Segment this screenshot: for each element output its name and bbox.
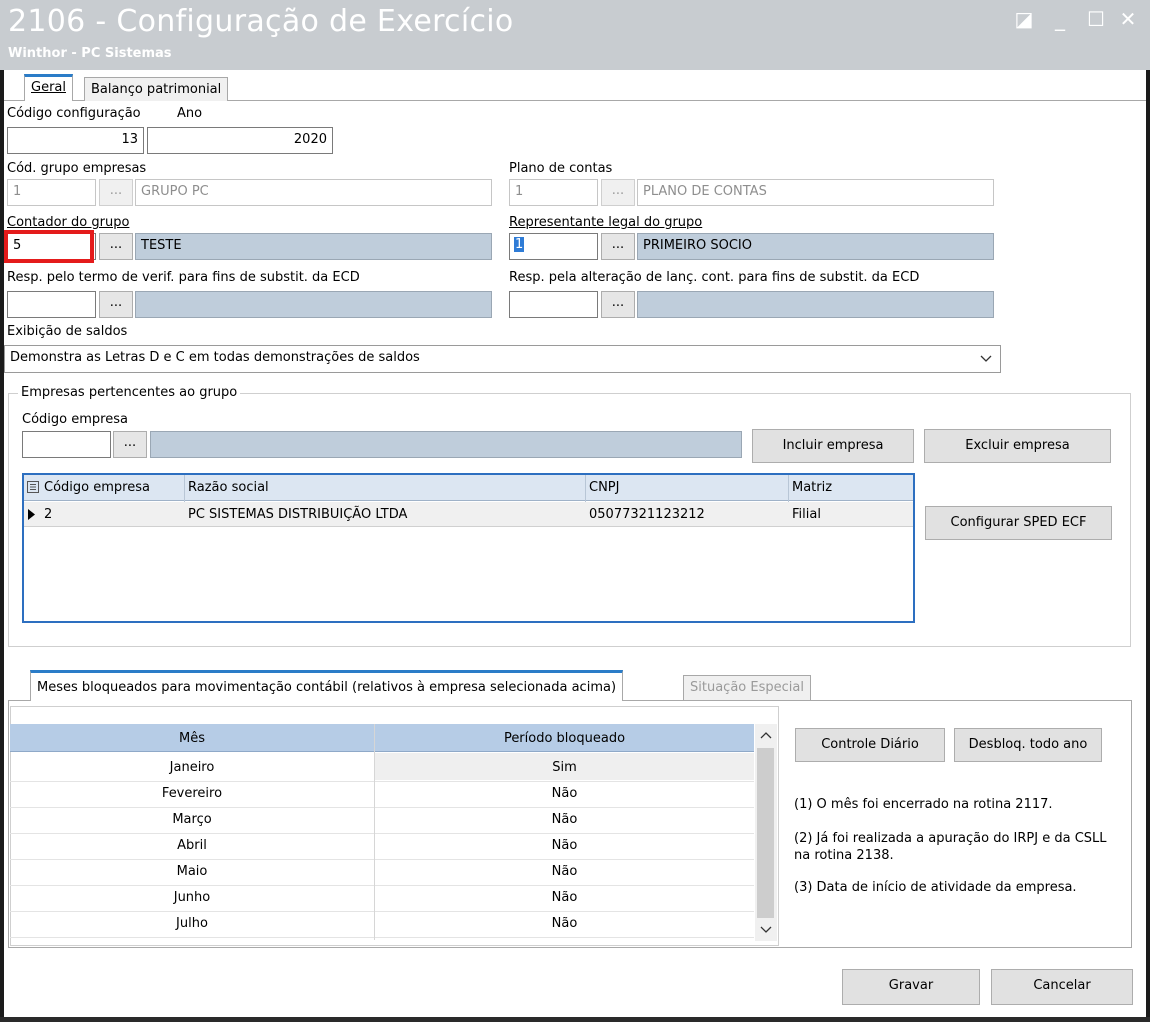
tab-situacao-label: Situação Especial — [690, 680, 804, 695]
mes-cell[interactable]: Maio — [10, 860, 374, 886]
chevron-down-icon[interactable] — [980, 354, 992, 364]
window-subtitle: Winthor - PC Sistemas — [8, 46, 172, 61]
grid-menu-icon[interactable] — [27, 481, 39, 493]
note-3: (3) Data de início de atividade da empre… — [794, 880, 1077, 895]
empresas-grid-header — [24, 475, 913, 501]
resp-alteracao-lookup-button[interactable]: ... — [601, 291, 635, 318]
row-razao: PC SISTEMAS DISTRIBUIÇÃO LTDA — [188, 507, 408, 522]
grupo-empresas-label: Cód. grupo empresas — [7, 161, 147, 176]
exibicao-saldos-value: Demonstra as Letras D e C em todas demon… — [10, 350, 420, 365]
resp-termo-name-field — [135, 291, 492, 318]
ano-label: Ano — [177, 106, 203, 121]
mes-cell[interactable]: Junho — [10, 886, 374, 912]
minimize-window-icon[interactable]: _ — [1046, 6, 1074, 34]
mes-cell[interactable]: Abril — [10, 834, 374, 860]
tab-geral-label: Geral — [31, 80, 66, 95]
contador-grupo-lookup-button[interactable]: ... — [99, 233, 133, 260]
codigo-empresa-lookup-button[interactable]: ... — [113, 431, 147, 458]
excluir-empresa-button[interactable]: Excluir empresa — [924, 429, 1111, 463]
highlight-box — [4, 230, 94, 263]
exibicao-saldos-label: Exibição de saldos — [7, 324, 128, 339]
mes-cell[interactable]: Março — [10, 808, 374, 834]
periodo-cell[interactable]: Não — [375, 834, 754, 860]
periodo-cell[interactable]: Não — [375, 886, 754, 912]
col-mes[interactable]: Mês — [10, 731, 374, 746]
col-cnpj[interactable]: CNPJ — [589, 480, 619, 495]
periodo-cell[interactable]: Não — [375, 808, 754, 834]
representante-legal-code-field[interactable]: 1 — [509, 233, 598, 260]
grupo-empresas-code-field[interactable]: 1 — [7, 179, 96, 206]
codigo-configuracao-field[interactable]: 13 — [7, 127, 144, 154]
periodo-cell[interactable]: Não — [375, 782, 754, 808]
note-2: (2) Já foi realizada a apuração do IRPJ … — [794, 831, 1107, 863]
plano-contas-code-field[interactable]: 1 — [509, 179, 598, 206]
resp-termo-label: Resp. pelo termo de verif. para fins de … — [7, 270, 360, 285]
resp-termo-code-field[interactable] — [7, 291, 96, 318]
tab-balanco-patrimonial[interactable]: Balanço patrimonial — [84, 77, 229, 101]
desbloq-todo-ano-button[interactable]: Desbloq. todo ano — [954, 728, 1102, 762]
plano-contas-name-field: PLANO DE CONTAS — [637, 179, 994, 206]
grupo-empresas-lookup-button[interactable]: ... — [99, 179, 133, 206]
window-title: 2106 - Configuração de Exercício — [8, 4, 514, 39]
note-1: (1) O mês foi encerrado na rotina 2117. — [794, 797, 1053, 812]
col-matriz[interactable]: Matriz — [792, 480, 832, 495]
periodo-cell[interactable]: Não — [375, 912, 754, 938]
mes-cell[interactable]: Fevereiro — [10, 782, 374, 808]
resp-termo-lookup-button[interactable]: ... — [99, 291, 133, 318]
window-frame-left — [0, 70, 4, 1020]
codigo-empresa-name-field — [150, 431, 742, 458]
empresas-group-title: Empresas pertencentes ao grupo — [18, 385, 241, 400]
col-periodo-bloqueado[interactable]: Período bloqueado — [375, 731, 754, 746]
row-cnpj: 05077321123212 — [589, 507, 705, 522]
row-matriz: Filial — [792, 507, 821, 522]
table-row[interactable] — [24, 502, 913, 527]
chevron-up-icon[interactable] — [760, 730, 772, 740]
resp-alteracao-name-field — [637, 291, 994, 318]
restore-window-icon[interactable]: ◪ — [1010, 6, 1038, 34]
row-pointer-icon — [28, 509, 35, 520]
row-codigo: 2 — [44, 507, 53, 522]
contador-grupo-name-field: TESTE — [135, 233, 492, 260]
contador-grupo-label-text: Contador do grupo — [7, 215, 130, 230]
gravar-button[interactable]: Gravar — [842, 969, 980, 1005]
incluir-empresa-button[interactable]: Incluir empresa — [752, 429, 914, 463]
periodo-cell[interactable]: Sim — [375, 756, 754, 782]
mes-cell[interactable]: Julho — [10, 912, 374, 938]
resp-alteracao-label: Resp. pela alteração de lanç. cont. para… — [509, 270, 920, 285]
representante-legal-label: Representante legal do grupo — [509, 215, 702, 230]
window-frame-bottom — [0, 1017, 1150, 1022]
chevron-down-icon[interactable] — [760, 925, 772, 935]
tab-balanco-label: Balanço patrimonial — [91, 82, 222, 97]
representante-legal-label-text: Representante legal do grupo — [509, 215, 703, 230]
codigo-configuracao-label: Código configuração — [7, 106, 141, 121]
tab-situacao-especial[interactable]: Situação Especial — [683, 675, 811, 700]
periodo-cell[interactable]: Não — [375, 860, 754, 886]
exibicao-saldos-select[interactable]: Demonstra as Letras D e C em todas demon… — [4, 345, 1001, 373]
plano-contas-label: Plano de contas — [509, 161, 613, 176]
maximize-window-icon[interactable]: ☐ — [1082, 6, 1110, 34]
col-razao-social[interactable]: Razão social — [188, 480, 269, 495]
tab-meses-label: Meses bloqueados para movimentação contá… — [37, 680, 617, 695]
representante-legal-name-field: PRIMEIRO SOCIO — [637, 233, 994, 260]
representante-legal-lookup-button[interactable]: ... — [601, 233, 635, 260]
contador-grupo-label: Contador do grupo — [7, 215, 129, 230]
plano-contas-lookup-button[interactable]: ... — [601, 179, 635, 206]
codigo-empresa-field[interactable] — [22, 431, 111, 458]
representante-legal-code-selected: 1 — [514, 237, 525, 252]
codigo-empresa-label: Código empresa — [22, 412, 128, 427]
scrollbar-thumb[interactable] — [757, 748, 774, 918]
configurar-sped-ecf-button[interactable]: Configurar SPED ECF — [925, 506, 1112, 540]
cancelar-button[interactable]: Cancelar — [991, 969, 1133, 1005]
close-window-icon[interactable]: ✕ — [1114, 6, 1142, 34]
controle-diario-button[interactable]: Controle Diário — [795, 728, 945, 762]
tab-geral[interactable]: Geral — [24, 74, 73, 101]
mes-cell[interactable]: Janeiro — [10, 756, 374, 782]
ano-field[interactable]: 2020 — [147, 127, 333, 154]
window-frame-right — [1146, 70, 1150, 1020]
col-codigo-empresa[interactable]: Código empresa — [44, 480, 150, 495]
grupo-empresas-name-field: GRUPO PC — [135, 179, 492, 206]
tab-meses-bloqueados[interactable]: Meses bloqueados para movimentação contá… — [30, 670, 624, 701]
resp-alteracao-code-field[interactable] — [509, 291, 598, 318]
